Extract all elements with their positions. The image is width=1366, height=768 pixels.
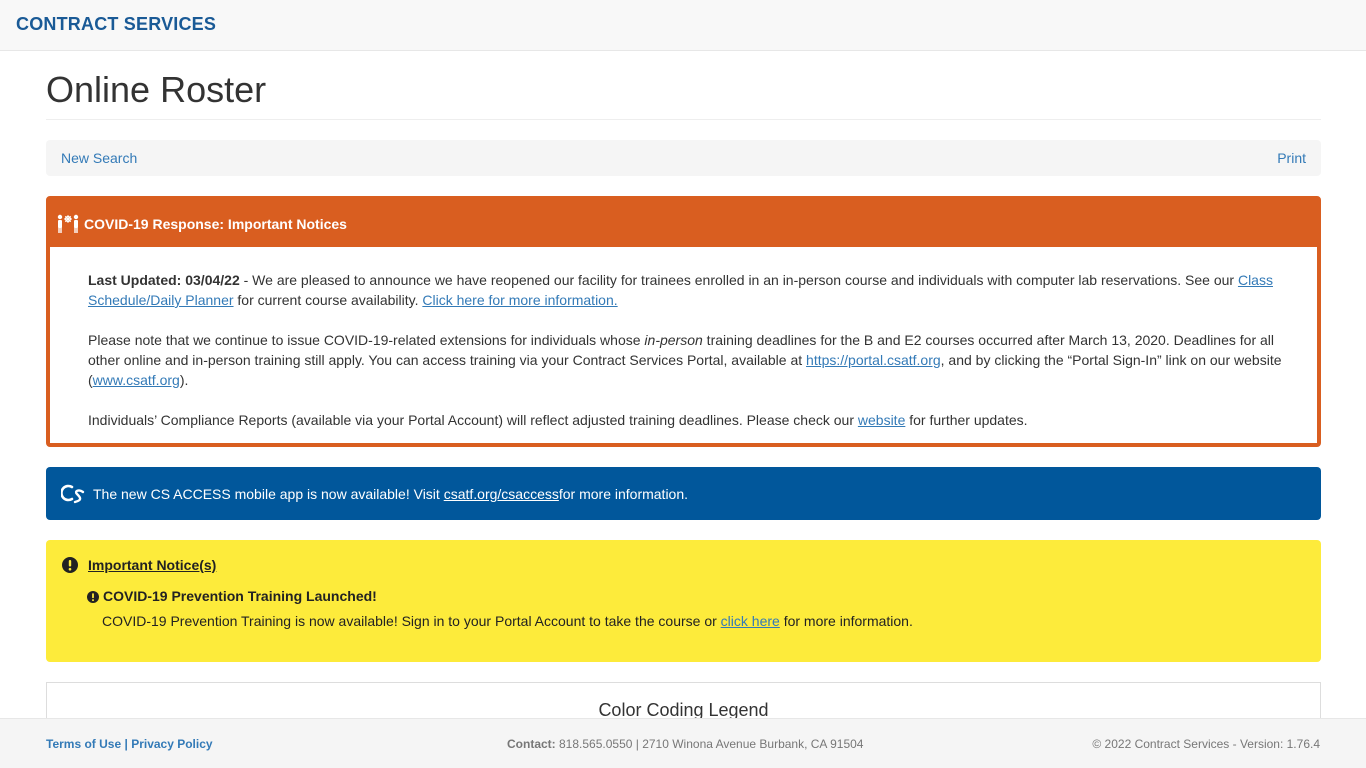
cs-access-banner: The new CS ACCESS mobile app is now avai…	[46, 467, 1321, 520]
covid-panel-body: Last Updated: 03/04/22 - We are pleased …	[50, 247, 1317, 430]
footer-contact: Contact: 818.565.0550 | 2710 Winona Aven…	[507, 737, 864, 751]
covid-panel-heading: COVID-19 Response: Important Notices	[50, 200, 1317, 247]
covid-paragraph-3: Individuals’ Compliance Reports (availab…	[88, 412, 1028, 428]
important-notice-panel: Important Notice(s) COVID-19 Prevention …	[46, 540, 1321, 662]
covid-paragraph-2: Please note that we continue to issue CO…	[88, 332, 1282, 388]
page-title: Online Roster	[46, 69, 267, 110]
csaccess-link[interactable]: csatf.org/csaccess	[444, 486, 559, 502]
terms-of-use-link[interactable]: Terms of Use	[46, 737, 121, 751]
title-divider	[46, 119, 1321, 120]
important-notices-title[interactable]: Important Notice(s)	[88, 557, 216, 573]
last-updated-label: Last Updated: 03/04/22	[88, 272, 240, 288]
covid-paragraph-1: Last Updated: 03/04/22 - We are pleased …	[88, 272, 1273, 308]
click-here-link[interactable]: click here	[721, 613, 780, 629]
website-csatf-link[interactable]: www.csatf.org	[93, 372, 180, 388]
privacy-policy-link[interactable]: Privacy Policy	[131, 737, 212, 751]
main-content: Online Roster New Search Print COVID-19 …	[0, 51, 1366, 718]
action-bar: New Search Print	[46, 140, 1321, 176]
covid-panel-title: COVID-19 Response: Important Notices	[84, 215, 347, 232]
cs-logo-icon	[60, 483, 85, 505]
exclamation-circle-icon	[87, 590, 99, 603]
legend-title: Color Coding Legend	[598, 700, 769, 718]
covid-notice-panel: COVID-19 Response: Important Notices Las…	[46, 196, 1321, 447]
footer-copyright: © 2022 Contract Services - Version: 1.76…	[1092, 737, 1320, 751]
more-information-link[interactable]: Click here for more information.	[422, 292, 617, 308]
new-search-link[interactable]: New Search	[61, 150, 137, 166]
page-footer: Terms of Use | Privacy Policy Contact: 8…	[0, 718, 1366, 768]
exclamation-circle-icon	[62, 557, 78, 573]
footer-separator: |	[124, 737, 128, 751]
website-link[interactable]: website	[858, 412, 905, 428]
print-link[interactable]: Print	[1277, 150, 1306, 166]
brand-logo-text[interactable]: CONTRACT SERVICES	[16, 14, 216, 35]
portal-link[interactable]: https://portal.csatf.org	[806, 352, 941, 368]
color-coding-legend: Color Coding Legend	[46, 682, 1321, 718]
social-distancing-icon	[56, 214, 80, 234]
notice-item-title: COVID-19 Prevention Training Launched!	[103, 588, 377, 604]
notice-item-text: COVID-19 Prevention Training is now avai…	[102, 613, 913, 629]
top-navbar: CONTRACT SERVICES	[0, 0, 1366, 51]
